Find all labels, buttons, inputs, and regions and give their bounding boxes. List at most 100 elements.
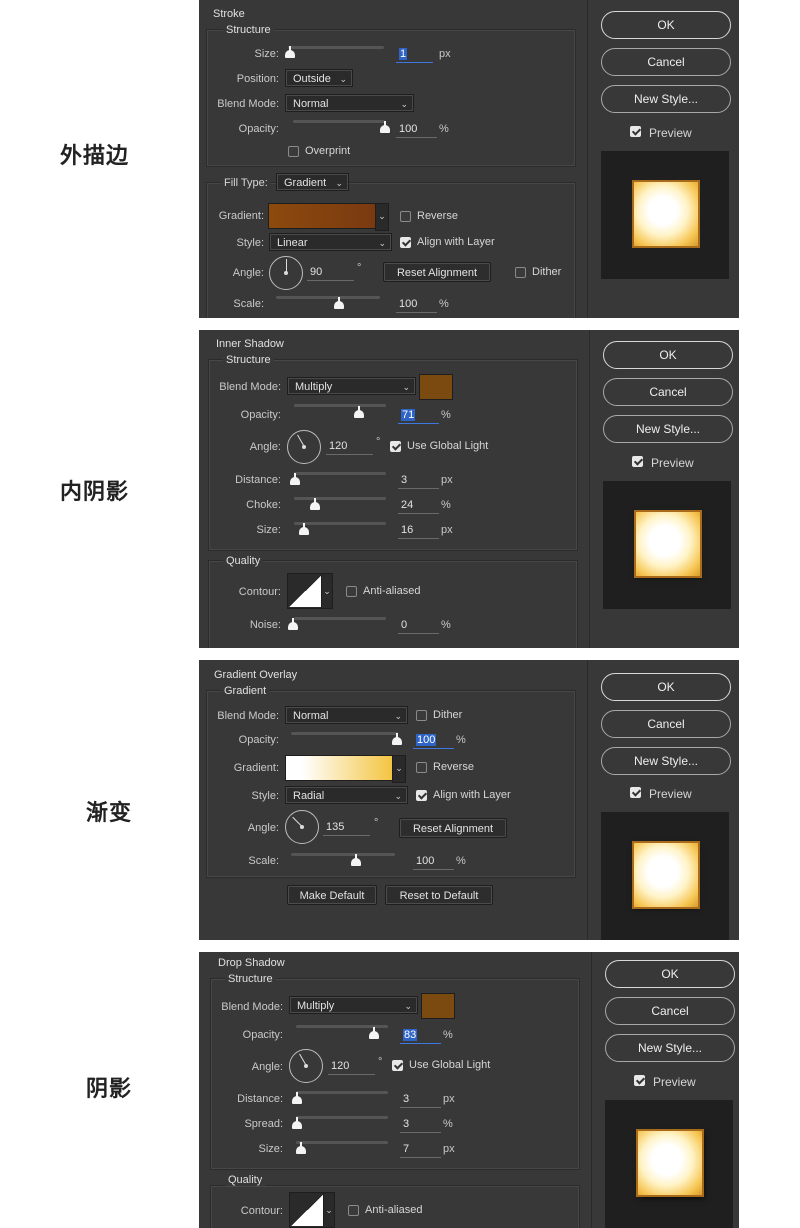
scale-field[interactable]: 100	[413, 853, 454, 870]
align-layer-checkbox[interactable]	[400, 237, 411, 248]
preview-checkbox[interactable]	[630, 126, 641, 137]
style-select[interactable]: Linear ⌄	[269, 233, 392, 251]
distance-label: Distance:	[235, 474, 281, 486]
style-select[interactable]: Radial ⌄	[285, 786, 408, 804]
ok-button[interactable]: OK	[601, 11, 731, 39]
noise-field[interactable]: 0	[398, 617, 439, 634]
position-select[interactable]: Outside ⌄	[285, 69, 353, 87]
align-layer-checkbox[interactable]	[416, 790, 427, 801]
reset-alignment-button[interactable]: Reset Alignment	[383, 262, 491, 282]
opacity-slider[interactable]	[293, 120, 385, 123]
dither-label: Dither	[433, 709, 463, 721]
cancel-button[interactable]: Cancel	[601, 710, 731, 738]
distance-slider[interactable]	[296, 1091, 388, 1094]
make-default-button[interactable]: Make Default	[287, 885, 377, 905]
ok-button[interactable]: OK	[601, 673, 731, 701]
distance-field[interactable]: 3	[400, 1091, 441, 1108]
style-label: Style:	[251, 790, 279, 802]
choke-slider[interactable]	[294, 497, 386, 500]
blend-mode-select[interactable]: Normal ⌄	[285, 94, 414, 112]
shadow-color-swatch[interactable]	[421, 993, 455, 1019]
preview-checkbox[interactable]	[630, 787, 641, 798]
angle-field[interactable]: 120	[328, 1058, 375, 1075]
choke-field[interactable]: 24	[398, 497, 439, 514]
spread-slider[interactable]	[296, 1116, 388, 1119]
new-style-button[interactable]: New Style...	[605, 1034, 735, 1062]
size-slider[interactable]	[296, 1141, 388, 1144]
cancel-button[interactable]: Cancel	[601, 48, 731, 76]
angle-field[interactable]: 120	[326, 438, 373, 455]
dither-checkbox[interactable]	[416, 710, 427, 721]
blend-mode-select[interactable]: Normal ⌄	[285, 706, 408, 724]
angle-dial[interactable]	[269, 256, 303, 290]
opacity-field[interactable]: 71	[398, 407, 439, 424]
label-inner-shadow: 内阴影	[60, 479, 130, 505]
dither-checkbox[interactable]	[515, 267, 526, 278]
preview-checkbox[interactable]	[634, 1075, 645, 1086]
opacity-field[interactable]: 83	[400, 1027, 441, 1044]
contour-picker[interactable]: ⌄	[289, 1192, 335, 1228]
anti-aliased-checkbox[interactable]	[348, 1205, 359, 1216]
chevron-down-icon[interactable]: ⌄	[375, 203, 389, 231]
scale-unit: %	[439, 298, 449, 310]
new-style-button[interactable]: New Style...	[603, 415, 733, 443]
gradient-swatch[interactable]: ⌄	[268, 203, 389, 231]
scale-slider[interactable]	[276, 296, 380, 299]
angle-field[interactable]: 90	[307, 264, 354, 281]
chevron-down-icon[interactable]: ⌄	[323, 1193, 334, 1227]
preview-thumbnail	[601, 151, 729, 279]
opacity-field[interactable]: 100	[396, 121, 437, 138]
global-light-checkbox[interactable]	[390, 441, 401, 452]
overprint-label: Overprint	[305, 145, 351, 157]
opacity-field[interactable]: 100	[413, 732, 454, 749]
distance-slider[interactable]	[294, 472, 386, 475]
reverse-checkbox[interactable]	[400, 211, 411, 222]
gradient-swatch[interactable]: ⌄	[285, 755, 406, 783]
new-style-button[interactable]: New Style...	[601, 747, 731, 775]
chevron-down-icon[interactable]: ⌄	[392, 755, 406, 783]
global-light-checkbox[interactable]	[392, 1060, 403, 1071]
scale-unit: %	[456, 855, 466, 867]
opacity-slider[interactable]	[291, 732, 398, 735]
cancel-button[interactable]: Cancel	[605, 997, 735, 1025]
angle-field[interactable]: 135	[323, 819, 370, 836]
reverse-checkbox[interactable]	[416, 762, 427, 773]
opacity-slider[interactable]	[294, 404, 386, 407]
anti-aliased-checkbox[interactable]	[346, 586, 357, 597]
size-slider[interactable]	[294, 522, 386, 525]
scale-field[interactable]: 100	[396, 296, 437, 313]
reset-to-default-button[interactable]: Reset to Default	[385, 885, 493, 905]
new-style-button[interactable]: New Style...	[601, 85, 731, 113]
angle-dial[interactable]	[287, 430, 321, 464]
distance-field[interactable]: 3	[398, 472, 439, 489]
size-slider[interactable]	[288, 46, 384, 49]
scale-slider[interactable]	[291, 853, 395, 856]
size-field[interactable]: 16	[398, 522, 439, 539]
angle-label: Angle:	[251, 1061, 283, 1073]
chevron-down-icon: ⌄	[339, 74, 347, 84]
blend-mode-label: Blend Mode:	[221, 1001, 283, 1013]
preview-thumbnail	[605, 1100, 733, 1228]
blend-mode-select[interactable]: Multiply ⌄	[287, 377, 416, 395]
preview-checkbox[interactable]	[632, 456, 643, 467]
label-shadow: 阴影	[86, 1076, 133, 1102]
size-field[interactable]: 1	[396, 46, 433, 63]
angle-dial[interactable]	[289, 1049, 323, 1083]
overprint-checkbox[interactable]	[288, 146, 299, 157]
spread-field[interactable]: 3	[400, 1116, 441, 1133]
angle-dial[interactable]	[285, 810, 319, 844]
chevron-down-icon: ⌄	[378, 238, 386, 248]
noise-slider[interactable]	[294, 617, 386, 620]
ok-button[interactable]: OK	[605, 960, 735, 988]
chevron-down-icon[interactable]: ⌄	[321, 574, 332, 608]
quality-title: Quality	[225, 1174, 266, 1186]
blend-mode-label: Blend Mode:	[219, 381, 281, 393]
blend-mode-select[interactable]: Multiply ⌄	[289, 996, 418, 1014]
ok-button[interactable]: OK	[603, 341, 733, 369]
fill-type-select[interactable]: Gradient ⌄	[276, 173, 349, 191]
cancel-button[interactable]: Cancel	[603, 378, 733, 406]
shadow-color-swatch[interactable]	[419, 374, 453, 400]
reset-alignment-button[interactable]: Reset Alignment	[399, 818, 507, 838]
contour-picker[interactable]: ⌄	[287, 573, 333, 609]
size-field[interactable]: 7	[400, 1141, 441, 1158]
